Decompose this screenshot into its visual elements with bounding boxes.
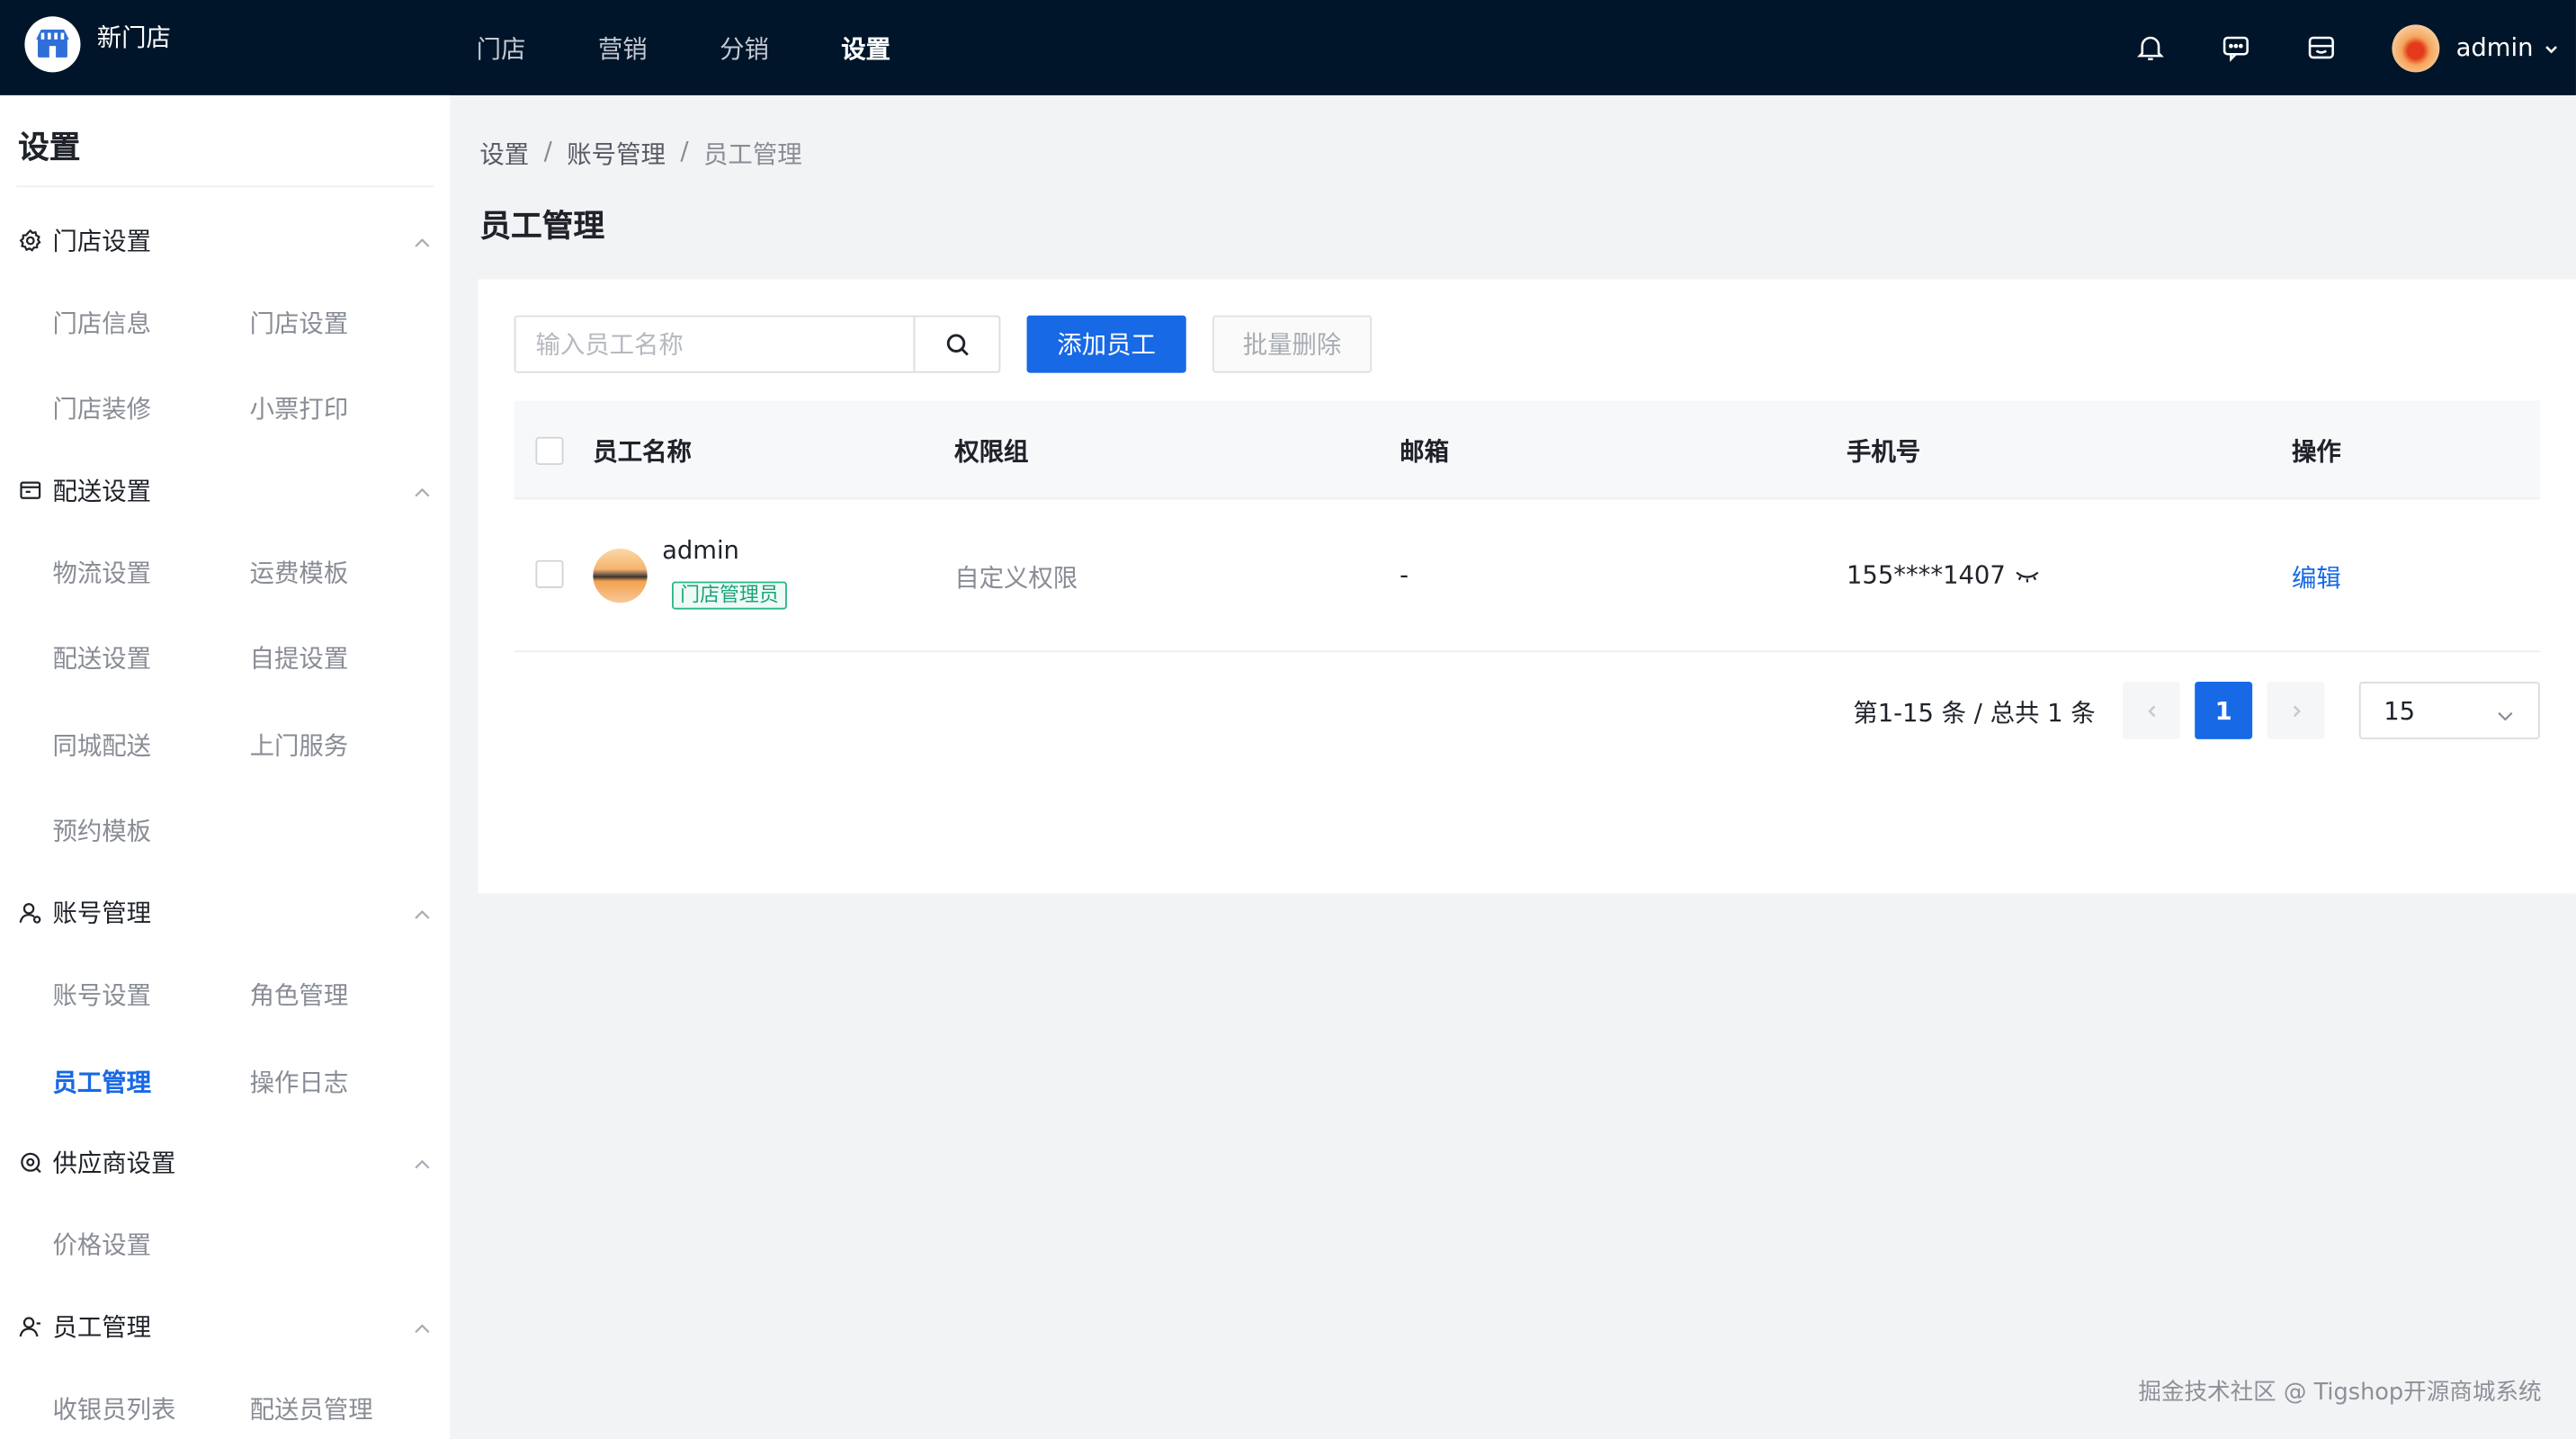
sidebar-group-supplier[interactable]: 供应商设置: [18, 1143, 432, 1179]
breadcrumb-item-settings[interactable]: 设置: [479, 137, 529, 171]
sidebar-group-staff[interactable]: 员工管理: [18, 1308, 432, 1344]
store-logo-icon[interactable]: [24, 16, 81, 73]
nav-item-marketing[interactable]: 营销: [598, 31, 648, 65]
next-page-button[interactable]: [2267, 681, 2325, 739]
sidebar-group-delivery-settings[interactable]: 配送设置: [18, 471, 432, 507]
sidebar-item-operation-log[interactable]: 操作日志: [250, 1065, 349, 1099]
sidebar-item-store-info[interactable]: 门店信息: [52, 306, 151, 340]
sidebar-group-label: 员工管理: [52, 1311, 152, 1342]
page-title: 员工管理: [479, 208, 605, 246]
phone-value: 155****1407: [1846, 559, 2006, 590]
column-header-phone: 手机号: [1846, 436, 1921, 467]
gear-icon: [18, 228, 42, 252]
select-all-checkbox[interactable]: [535, 436, 564, 465]
user-icon: [18, 899, 42, 924]
sidebar-item-delivery-settings[interactable]: 配送设置: [52, 640, 151, 675]
avatar: [593, 549, 648, 603]
table-header: 员工名称 权限组 邮箱 手机号 操作: [514, 400, 2540, 500]
email-value: -: [1400, 559, 1409, 590]
user-avatar[interactable]: [2392, 23, 2440, 72]
sidebar: 设置 门店设置 门店信息 门店设置 门店装修 小票打印 配送设置 物流设置 运费…: [0, 94, 451, 1439]
breadcrumb: 设置 / 账号管理 / 员工管理: [479, 137, 801, 171]
search-input[interactable]: [515, 317, 914, 371]
staff-card: 添加员工 批量删除 员工名称 权限组 邮箱 手机号 操作 admin 门店管理员…: [478, 279, 2576, 894]
sidebar-item-courier-management[interactable]: 配送员管理: [250, 1391, 373, 1426]
sidebar-group-label: 配送设置: [52, 475, 152, 505]
breadcrumb-separator: /: [543, 136, 552, 166]
sidebar-divider: [16, 185, 434, 188]
supplier-icon: [18, 1149, 42, 1174]
chevron-up-icon: [412, 1150, 432, 1182]
top-actions: admin: [2135, 0, 2576, 95]
store-name[interactable]: 新门店: [97, 20, 171, 54]
role-badge: 门店管理员: [672, 581, 787, 610]
column-header-action: 操作: [2291, 436, 2341, 467]
sidebar-item-logistics[interactable]: 物流设置: [52, 555, 151, 589]
batch-delete-button: 批量删除: [1212, 315, 1373, 373]
page-size-select[interactable]: 15: [2358, 681, 2540, 739]
permission-group: 自定义权限: [954, 563, 1078, 594]
prev-page-button[interactable]: [2122, 681, 2180, 739]
page-size-value: 15: [2384, 695, 2416, 726]
watermark: 掘金技术社区 @ Tigshop开源商城系统: [2138, 1380, 2542, 1407]
sidebar-item-store-decoration[interactable]: 门店装修: [52, 391, 151, 425]
chevron-up-icon: [412, 478, 432, 510]
sidebar-item-account-settings[interactable]: 账号设置: [52, 978, 151, 1012]
sidebar-item-receipt-print[interactable]: 小票打印: [250, 391, 349, 425]
main-nav: 门店 营销 分销 设置: [477, 0, 963, 95]
breadcrumb-separator: /: [680, 136, 689, 166]
chevron-up-icon: [412, 228, 432, 260]
nav-item-settings[interactable]: 设置: [841, 31, 890, 65]
eye-closed-icon[interactable]: [2014, 568, 2040, 585]
search-button[interactable]: [913, 317, 999, 371]
chevron-down-icon: [2495, 703, 2515, 733]
add-staff-button[interactable]: 添加员工: [1026, 315, 1186, 373]
sidebar-item-price-settings[interactable]: 价格设置: [52, 1227, 151, 1261]
sidebar-item-staff-management[interactable]: 员工管理: [52, 1065, 151, 1099]
message-icon[interactable]: [2221, 33, 2250, 63]
chevron-left-icon: [2147, 704, 2155, 717]
edit-link[interactable]: 编辑: [2292, 560, 2341, 594]
nav-item-store[interactable]: 门店: [477, 31, 526, 65]
sidebar-group-account[interactable]: 账号管理: [18, 894, 432, 930]
sidebar-item-store-settings[interactable]: 门店设置: [250, 306, 349, 340]
search-icon: [946, 333, 969, 355]
sidebar-group-label: 供应商设置: [52, 1147, 176, 1177]
box-icon: [18, 478, 42, 502]
staff-name: admin: [662, 535, 739, 566]
sidebar-item-role-management[interactable]: 角色管理: [250, 978, 349, 1012]
column-header-name: 员工名称: [593, 436, 692, 467]
bell-icon[interactable]: [2135, 33, 2165, 63]
sidebar-item-booking-template[interactable]: 预约模板: [52, 813, 151, 847]
sidebar-item-local-delivery[interactable]: 同城配送: [52, 728, 151, 762]
search-box: [514, 315, 1001, 373]
sidebar-group-label: 账号管理: [52, 898, 152, 928]
chevron-up-icon: [412, 900, 432, 932]
column-header-permission: 权限组: [954, 436, 1029, 467]
sidebar-title: 设置: [18, 130, 81, 166]
top-bar: 新门店 门店 营销 分销 设置 admin: [0, 0, 2576, 95]
sidebar-item-cashier-list[interactable]: 收银员列表: [52, 1391, 175, 1426]
row-checkbox[interactable]: [535, 559, 564, 588]
nav-item-distribution[interactable]: 分销: [720, 31, 769, 65]
breadcrumb-item-current: 员工管理: [703, 139, 802, 170]
sidebar-item-pickup-settings[interactable]: 自提设置: [250, 640, 349, 675]
sidebar-group-store-settings[interactable]: 门店设置: [18, 222, 432, 258]
sidebar-group-label: 门店设置: [52, 226, 152, 256]
user-name[interactable]: admin: [2456, 33, 2534, 63]
store-switch-icon[interactable]: [2306, 33, 2336, 63]
chevron-down-icon[interactable]: [2543, 32, 2559, 64]
sidebar-item-home-service[interactable]: 上门服务: [250, 728, 349, 762]
breadcrumb-item-account[interactable]: 账号管理: [567, 137, 666, 171]
table-row: admin 门店管理员 自定义权限 - 155****1407 编辑: [514, 499, 2540, 653]
person-icon: [18, 1313, 42, 1337]
pagination-summary: 第1-15 条 / 总共 1 条: [1853, 698, 2096, 728]
column-header-email: 邮箱: [1400, 436, 1450, 467]
chevron-right-icon: [2292, 704, 2300, 717]
chevron-up-icon: [412, 1314, 432, 1345]
sidebar-item-freight-template[interactable]: 运费模板: [250, 555, 349, 589]
page-button-current[interactable]: 1: [2195, 681, 2253, 739]
